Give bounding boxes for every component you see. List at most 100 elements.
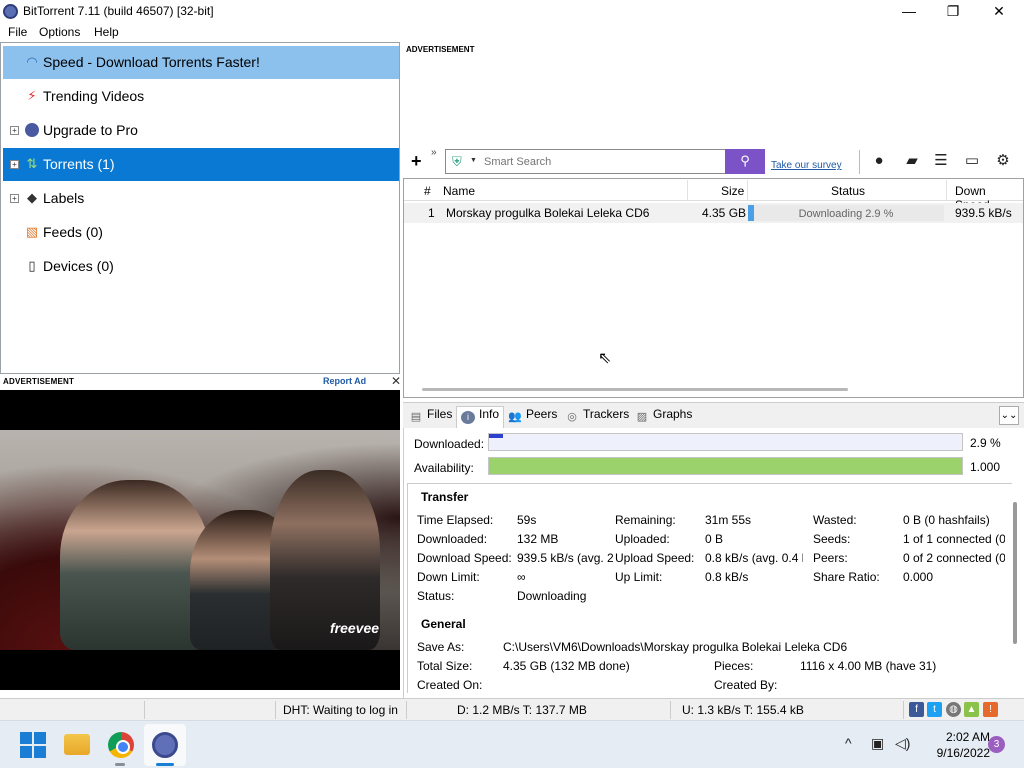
- expand-icon[interactable]: +: [10, 160, 19, 169]
- share-ratio-label: Share Ratio:: [813, 570, 880, 584]
- status-divider: [406, 701, 407, 719]
- menu-file[interactable]: File: [8, 25, 27, 39]
- sidebar-item-speed[interactable]: ◠ Speed - Download Torrents Faster!: [3, 46, 399, 79]
- upload-speed-value: 0.8 kB/s (avg. 0.4 kB/s): [705, 551, 803, 565]
- tab-trackers[interactable]: ◎ Trackers: [565, 407, 629, 427]
- row-progress-bar: Downloading 2.9 %: [748, 205, 944, 221]
- column-divider[interactable]: [747, 180, 748, 200]
- list-header: # Name Size Status Down Speed: [404, 179, 1023, 212]
- sidebar-item-labels[interactable]: + ◆ Labels: [3, 182, 399, 215]
- sidebar-item-label: Labels: [43, 190, 85, 206]
- sidebar-item-feeds[interactable]: ▧ Feeds (0): [3, 216, 399, 249]
- warning-icon[interactable]: !: [983, 702, 998, 717]
- survey-link[interactable]: Take our survey: [771, 160, 842, 171]
- gear-icon[interactable]: ⚙: [994, 152, 1012, 170]
- up-limit-value: 0.8 kB/s: [705, 570, 749, 584]
- sidebar: ◠ Speed - Download Torrents Faster! ⚡ Tr…: [0, 42, 400, 374]
- system-clock[interactable]: 2:02 AM 9/16/2022: [920, 729, 990, 761]
- vertical-scrollbar[interactable]: [1013, 502, 1017, 644]
- down-limit-label: Down Limit:: [417, 570, 480, 584]
- facebook-icon[interactable]: f: [909, 702, 924, 717]
- sidebar-item-label: Torrents (1): [43, 156, 115, 172]
- column-header-name[interactable]: Name: [443, 184, 475, 198]
- list-view-icon[interactable]: ☰: [932, 152, 950, 170]
- download-status: D: 1.2 MB/s T: 137.7 MB: [457, 703, 587, 717]
- row-size: 4.35 GB: [702, 206, 747, 220]
- column-divider[interactable]: [946, 180, 947, 200]
- tab-graphs[interactable]: ▨ Graphs: [635, 407, 693, 427]
- volume-icon[interactable]: ◁): [895, 735, 910, 752]
- toolbar-divider: [859, 150, 860, 174]
- bittorrent-taskbar-icon[interactable]: [152, 732, 178, 758]
- collapse-panel-button[interactable]: ⌄⌄: [999, 406, 1019, 425]
- minimize-button[interactable]: —: [886, 0, 932, 23]
- tab-files[interactable]: ▤ Files: [409, 407, 453, 427]
- windows-start-icon[interactable]: [20, 732, 46, 758]
- sidebar-item-devices[interactable]: ▯ Devices (0): [3, 250, 399, 283]
- share-ratio-value: 0.000: [903, 570, 934, 584]
- report-ad-link[interactable]: Report Ad: [323, 376, 366, 386]
- tab-label: Trackers: [583, 407, 630, 421]
- row-down-speed: 939.5 kB/s: [955, 206, 1012, 220]
- download-speed-value: 939.5 kB/s (avg. 2.3 MB/s): [517, 551, 613, 565]
- column-divider[interactable]: [687, 180, 688, 200]
- time-elapsed-value: 59s: [517, 513, 537, 527]
- availability-label: Availability:: [414, 461, 474, 475]
- tab-peers[interactable]: 👥 Peers: [508, 407, 557, 427]
- close-button[interactable]: ✕: [976, 0, 1022, 23]
- tag-icon: ◆: [27, 190, 37, 205]
- search-button[interactable]: ⚲: [725, 149, 765, 174]
- ad-label: ADVERTISEMENT: [406, 45, 475, 54]
- bulb-icon[interactable]: ●: [870, 152, 888, 170]
- clock-time: 2:02 AM: [945, 730, 990, 744]
- menu-options[interactable]: Options: [39, 25, 80, 39]
- close-ad-button[interactable]: ✕: [391, 374, 401, 388]
- chevron-more-icon[interactable]: »: [431, 147, 437, 158]
- sidebar-item-torrents[interactable]: + ⇅ Torrents (1): [3, 148, 399, 181]
- chevron-up-icon[interactable]: ^: [845, 735, 852, 751]
- network-icon[interactable]: ▣: [871, 735, 884, 752]
- add-torrent-icon[interactable]: +: [411, 152, 422, 170]
- mouse-cursor-icon: ⇖: [598, 350, 612, 367]
- downloaded-bar: [488, 433, 963, 451]
- dht-status: DHT: Waiting to log in: [283, 703, 398, 717]
- horizontal-scrollbar[interactable]: [422, 388, 848, 391]
- smart-search: ⛨ ▼: [445, 149, 726, 174]
- graph-icon: ▨: [636, 411, 648, 423]
- time-elapsed-label: Time Elapsed:: [417, 513, 494, 527]
- maximize-button[interactable]: ❐: [930, 0, 976, 23]
- pieces-value: 1116 x 4.00 MB (have 31): [800, 659, 937, 673]
- monitor-icon[interactable]: ▭: [963, 152, 981, 170]
- availability-bar-fill: [489, 458, 962, 474]
- trackers-icon: ◎: [567, 411, 577, 423]
- sidebar-item-trending[interactable]: ⚡ Trending Videos: [3, 80, 399, 113]
- chat-icon[interactable]: ▰: [903, 152, 921, 170]
- android-icon[interactable]: ▲: [964, 702, 979, 717]
- menu-help[interactable]: Help: [94, 25, 119, 39]
- twitter-icon[interactable]: t: [927, 702, 942, 717]
- tab-label: Peers: [526, 407, 558, 421]
- sidebar-item-upgrade[interactable]: + Upgrade to Pro: [3, 114, 399, 147]
- uploaded-label: Uploaded:: [615, 532, 670, 546]
- expand-icon[interactable]: +: [10, 126, 19, 135]
- column-header-size[interactable]: Size: [721, 184, 744, 198]
- running-indicator: [115, 763, 125, 766]
- chevron-down-icon[interactable]: ▼: [470, 157, 477, 164]
- file-explorer-icon[interactable]: [64, 734, 90, 755]
- total-size-value: 4.35 GB (132 MB done): [503, 659, 630, 673]
- chrome-icon[interactable]: [108, 732, 134, 758]
- table-row[interactable]: 1 Morskay progulka Bolekai Leleka CD6 4.…: [404, 203, 1023, 223]
- search-input[interactable]: [484, 153, 724, 171]
- column-header-number[interactable]: #: [424, 184, 431, 198]
- active-indicator: [156, 763, 174, 766]
- shield-icon[interactable]: ⛨: [452, 154, 465, 169]
- column-header-status[interactable]: Status: [831, 184, 865, 198]
- tab-info[interactable]: i Info: [456, 406, 505, 429]
- notification-badge[interactable]: 3: [988, 736, 1005, 753]
- availability-value: 1.000: [970, 460, 1001, 474]
- expand-icon[interactable]: +: [10, 194, 19, 203]
- globe-icon[interactable]: ◍: [946, 702, 961, 717]
- ad-video[interactable]: freevee: [0, 390, 400, 690]
- info-icon: i: [461, 411, 475, 424]
- taskbar: ^ ▣ ◁) 2:02 AM 9/16/2022 3: [0, 720, 1024, 768]
